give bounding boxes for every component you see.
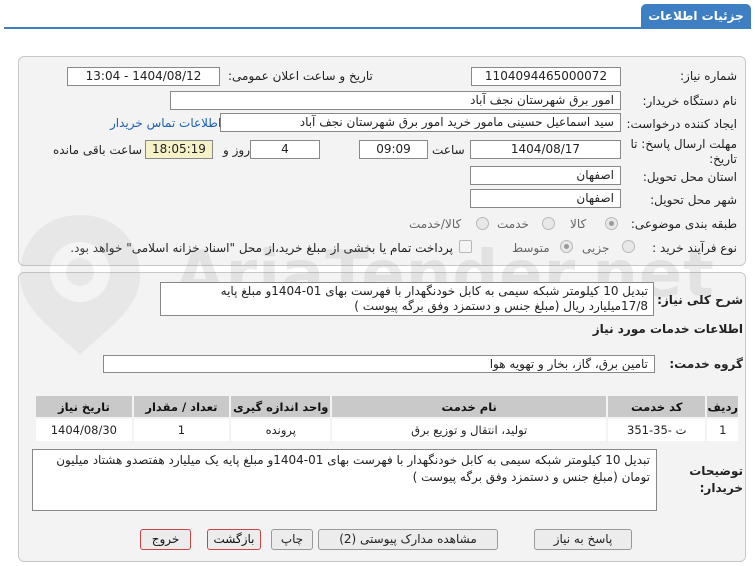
city-label: شهر محل تحویل: (650, 193, 737, 207)
header-divider (4, 27, 751, 29)
services-section-title: اطلاعات خدمات مورد نیاز (592, 322, 743, 336)
remaining-label: ساعت باقی مانده (53, 143, 143, 157)
remaining-time-field: 18:05:19 (145, 140, 213, 159)
reply-button[interactable]: پاسخ به نیاز (534, 529, 632, 550)
buyer-notes-label: توضیحات (689, 464, 743, 478)
attachments-button[interactable]: مشاهده مدارک پیوستی (2) (318, 529, 498, 550)
need-info-panel (18, 56, 746, 266)
process-label: نوع فرآیند خرید : (652, 241, 737, 255)
buyer-field: امور برق شهرستان نجف آباد (170, 91, 621, 110)
process-radio-medium[interactable] (560, 240, 573, 253)
deadline-time-field: 09:09 (359, 140, 428, 159)
col-row: ردیف (705, 394, 740, 419)
buyer-notes-label-2: خریدار: (699, 481, 743, 495)
col-service-name: نام خدمت (330, 394, 608, 419)
deadline-label-2: تاریخ: (709, 152, 737, 166)
contact-buyer-link[interactable]: اطلاعات تماس خریدار (110, 116, 221, 130)
category-label: طبقه بندی موضوعی: (630, 217, 737, 231)
province-field: اصفهان (470, 166, 621, 185)
announce-label: تاریخ و ساعت اعلان عمومی: (228, 69, 373, 83)
cell-row: 1 (705, 417, 740, 443)
cell-service-name: تولید، انتقال و توزیع برق (330, 417, 608, 443)
table-header-row: ردیف کد خدمت نام خدمت واحد اندازه گیری ت… (34, 394, 740, 419)
col-unit: واحد اندازه گیری (229, 394, 333, 419)
city-field: اصفهان (470, 189, 621, 208)
creator-field: سید اسماعیل حسینی مامور خرید امور برق شه… (220, 113, 621, 132)
category-radio-both[interactable] (476, 217, 489, 230)
page-title: جزئیات اطلاعات نیاز (641, 4, 751, 47)
need-number-label: شماره نیاز: (680, 69, 737, 83)
cell-quantity: 1 (131, 417, 232, 443)
print-button[interactable]: چاپ (271, 529, 313, 550)
service-group-field: تامین برق، گاز، بخار و تهویه هوا (103, 355, 655, 373)
creator-label: ایجاد کننده درخواست: (626, 117, 737, 131)
deadline-date-field: 1404/08/17 (470, 140, 621, 159)
treasury-payment-checkbox[interactable] (459, 240, 472, 253)
col-quantity: تعداد / مقدار (131, 394, 232, 419)
col-service-code: کد خدمت (605, 394, 708, 419)
cell-service-code: ت -35-351 (605, 417, 708, 443)
summary-field: تبدیل 10 کیلومتر شبکه سیمی به کابل خودنگ… (160, 282, 654, 316)
back-button[interactable]: بازگشت (207, 529, 261, 550)
process-option-medium: متوسط (512, 241, 550, 255)
process-radio-minor[interactable] (622, 240, 635, 253)
time-label: ساعت (432, 143, 465, 157)
cell-need-date: 1404/08/30 (34, 417, 134, 443)
table-row: 1 ت -35-351 تولید، انتقال و توزیع برق پر… (34, 417, 740, 443)
deadline-label: مهلت ارسال پاسخ: تا (630, 137, 737, 151)
exit-button[interactable]: خروج (140, 529, 191, 550)
announce-field: 1404/08/12 - 13:04 (67, 67, 220, 86)
days-label: روز و (223, 143, 250, 157)
category-radio-service[interactable] (542, 217, 555, 230)
buyer-notes-field: تبدیل 10 کیلومتر شبکه سیمی به کابل خودنگ… (32, 449, 657, 511)
cell-unit: پرونده (229, 417, 333, 443)
category-option-goods: کالا (570, 217, 587, 231)
service-group-label: گروه خدمت: (669, 357, 743, 371)
treasury-payment-text: پرداخت تمام یا بخشی از مبلغ خرید،از محل … (70, 241, 453, 255)
category-option-both: کالا/خدمت (409, 217, 462, 231)
buyer-label: نام دستگاه خریدار: (642, 94, 738, 108)
days-field: 4 (250, 140, 320, 159)
col-need-date: تاریخ نیاز (34, 394, 134, 419)
need-number-field: 1104094465000072 (471, 67, 621, 86)
province-label: استان محل تحویل: (642, 170, 737, 184)
services-table: ردیف کد خدمت نام خدمت واحد اندازه گیری ت… (34, 394, 740, 443)
summary-label: شرح کلی نیاز: (657, 293, 743, 307)
process-option-minor: جزیی (582, 241, 610, 255)
category-radio-goods[interactable] (605, 217, 618, 230)
page-header: جزئیات اطلاعات نیاز (0, 0, 755, 47)
category-option-service: خدمت (497, 217, 529, 231)
